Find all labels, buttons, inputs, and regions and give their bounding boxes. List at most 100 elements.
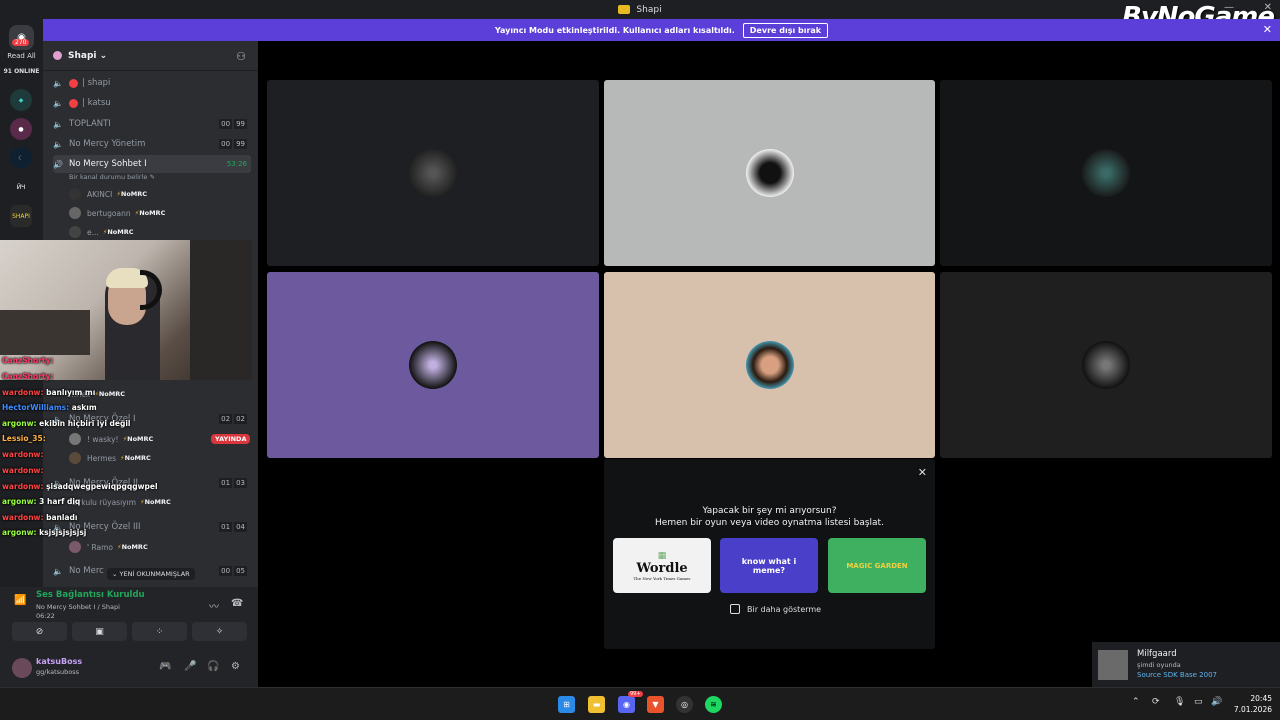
voice-channel-active[interactable]: 🔊 No Mercy Sohbet I 53:26: [53, 155, 251, 173]
voice-member[interactable]: bertugoann ⚡NoMRC: [69, 205, 165, 221]
user-limit: 01 04: [219, 522, 247, 532]
file-explorer-icon[interactable]: ▬: [588, 696, 605, 713]
channel-name: No Mercy Yönetim: [69, 139, 146, 149]
participant-tile[interactable]: [604, 80, 935, 266]
add-friend-icon[interactable]: ⚇: [236, 50, 246, 63]
screen-share-button[interactable]: ▣: [72, 622, 127, 641]
user-limit: 00 99: [219, 119, 247, 129]
close-icon[interactable]: ✕: [1263, 23, 1272, 36]
server-icon[interactable]: ◆: [10, 89, 32, 111]
voice-status[interactable]: Ses Bağlantısı Kuruldu: [36, 590, 145, 600]
voice-channel[interactable]: 🔈 No Mercy Yönetim 00 99: [53, 135, 251, 153]
headphones-icon[interactable]: 🎧: [207, 661, 219, 672]
voice-member[interactable]: ! wasky! ⚡NoMRC: [69, 431, 153, 447]
chevron-up-icon[interactable]: ⌃: [1132, 697, 1140, 707]
chat-username: wardonw:: [2, 482, 44, 491]
magic-garden-activity-card[interactable]: MAGIC GARDEN: [828, 538, 926, 593]
system-clock[interactable]: 20:45 7.01.2026: [1234, 693, 1272, 715]
user-panel: katsuBoss gg/katsuboss 🎮 🎤 🎧 ⚙: [0, 649, 258, 687]
obs-icon[interactable]: ◎: [676, 696, 693, 713]
dont-show-again-checkbox[interactable]: Bir daha gösterme: [730, 604, 821, 614]
member-name: Hermes: [87, 453, 117, 463]
voice-member[interactable]: ' Ramo ⚡NoMRC: [69, 539, 148, 555]
microphone-icon[interactable]: 🎤: [184, 661, 196, 672]
server-icon-shapi[interactable]: SHAPI: [10, 205, 32, 227]
activities-button[interactable]: ⁘: [132, 622, 187, 641]
gamepad-icon[interactable]: 🎮: [159, 661, 171, 672]
username[interactable]: katsuBoss: [36, 657, 82, 666]
discord-home-icon[interactable]: ◉: [9, 25, 34, 50]
read-all-button[interactable]: Read All: [0, 52, 43, 60]
chat-username: argonw:: [2, 419, 37, 428]
start-icon[interactable]: ⊞: [558, 696, 575, 713]
participant-tile[interactable]: [604, 272, 935, 458]
chat-text: askım: [69, 403, 97, 412]
network-icon[interactable]: ▭: [1194, 697, 1203, 707]
channel-name: TOPLANTI: [69, 119, 111, 129]
clock-date: 7.01.2026: [1233, 705, 1272, 714]
game-activity-toast[interactable]: Milfgaard şimdi oyunda Source SDK Base 2…: [1092, 642, 1280, 687]
wordle-activity-card[interactable]: ▦ Wordle The New York Times Games: [613, 538, 711, 593]
participant-tile[interactable]: [940, 272, 1272, 458]
server-icon[interactable]: ЙЧ: [10, 176, 32, 198]
voice-member[interactable]: Korkulu rüyasıyım ⚡NoMRC: [69, 494, 171, 510]
voice-member[interactable]: AKINCI ⚡NoMRC: [69, 186, 147, 202]
chat-message: wardonw: banlıyım mı: [2, 388, 95, 397]
activity-prompt-line1: Yapacak bir şey mi arıyorsun?: [702, 506, 837, 516]
voice-member[interactable]: Hermes ⚡NoMRC: [69, 450, 151, 466]
avatar: [69, 452, 81, 464]
webcam-bed: [0, 310, 90, 355]
voice-channel[interactable]: 🔈 TOPLANTI 00 99: [53, 115, 251, 133]
speaker-icon: 🔈: [53, 119, 63, 129]
disconnect-icon[interactable]: ☎: [231, 598, 243, 609]
grid-icon: ▦: [657, 550, 667, 561]
new-unread-button[interactable]: ⌄ YENİ OKUNMAMIŞLAR: [107, 568, 195, 580]
voice-channel[interactable]: 🔈 | shapi: [53, 74, 251, 92]
chat-text: ekibin hiçbiri iyi değil: [36, 419, 131, 428]
microphone-icon[interactable]: 🎙: [1174, 697, 1185, 707]
game-thumbnail: [1098, 650, 1128, 680]
chat-message: wardonw: banladı: [2, 513, 77, 522]
voice-channel[interactable]: 🔈 | katsu: [53, 94, 251, 112]
participant-tile[interactable]: [267, 272, 599, 458]
server-icon[interactable]: ●: [10, 118, 32, 140]
member-tag: ⚡NoMRC: [102, 228, 134, 236]
avatar[interactable]: [12, 658, 32, 678]
chat-message: wardonw:: [2, 466, 43, 475]
checkbox-box[interactable]: [730, 604, 740, 614]
member-name: AKINCI: [87, 189, 113, 199]
user-limit: 00 99: [219, 139, 247, 149]
card-subtitle: The New York Times Games: [633, 575, 691, 581]
voice-stage: ✕ Yapacak bir şey mi arıyorsun? Hemen bi…: [258, 41, 1280, 687]
know-what-i-meme-activity-card[interactable]: know what i meme?: [720, 538, 818, 593]
chat-text: banlıyım mı: [43, 388, 96, 397]
participant-tile[interactable]: [940, 80, 1272, 266]
volume-icon[interactable]: 🔊: [1211, 697, 1222, 707]
game-status: şimdi oyunda: [1137, 661, 1181, 669]
discord-icon[interactable]: ◉: [618, 696, 635, 713]
chat-message: Lessio_35:: [2, 434, 46, 443]
settings-gear-icon[interactable]: ⚙: [231, 661, 240, 672]
channel-status[interactable]: Bir kanal durumu belirle ✎: [69, 173, 155, 181]
spotify-icon[interactable]: ≋: [705, 696, 722, 713]
checkbox-label: Bir daha gösterme: [747, 604, 822, 614]
disable-streamer-mode-button[interactable]: Devre dışı bırak: [742, 22, 829, 38]
server-header[interactable]: Shapi ⌄ ⚇: [43, 41, 258, 71]
chat-username: CanzShorty:: [2, 372, 54, 381]
member-tag: ⚡NoMRC: [116, 190, 148, 198]
chat-username: wardonw:: [2, 388, 44, 397]
sync-icon[interactable]: ⟳: [1152, 697, 1160, 707]
close-icon[interactable]: ✕: [918, 466, 927, 479]
brave-browser-icon[interactable]: ▼: [647, 696, 664, 713]
chat-message: argonw: ekibin hiçbiri iyi değil: [2, 419, 131, 428]
noise-suppression-icon[interactable]: 〰: [209, 598, 219, 613]
chat-text: ksjsjsjsjsjsj: [36, 528, 87, 537]
voice-member[interactable]: e... ⚡NoMRC: [69, 224, 134, 240]
user-limit: 01 03: [219, 478, 247, 488]
channel-name: No Merc: [69, 566, 104, 576]
speaker-icon: 🔈: [53, 139, 63, 149]
camera-off-button[interactable]: ⊘: [12, 622, 67, 641]
participant-tile[interactable]: [267, 80, 599, 266]
soundboard-button[interactable]: ✧: [192, 622, 247, 641]
server-icon[interactable]: ☾: [10, 147, 32, 169]
